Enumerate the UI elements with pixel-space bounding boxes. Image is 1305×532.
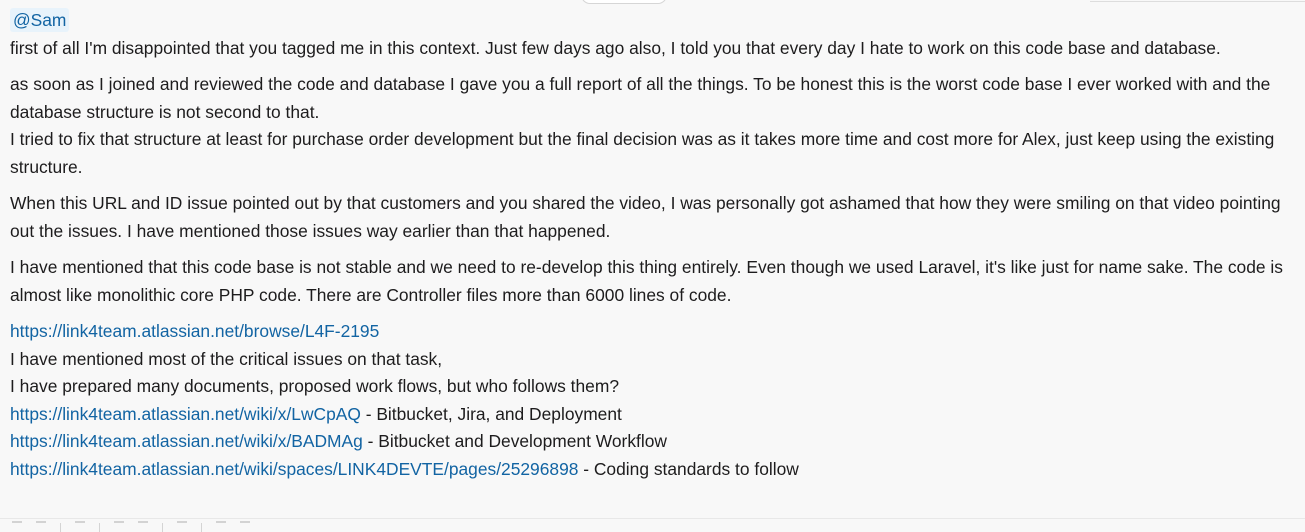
doc-link-workflow[interactable]: https://link4team.atlassian.net/wiki/x/B… — [10, 431, 363, 451]
toolbar-divider — [162, 523, 163, 532]
code-icon[interactable] — [240, 521, 250, 532]
task-link[interactable]: https://link4team.atlassian.net/browse/L… — [10, 321, 379, 341]
doc-link-desc: - Coding standards to follow — [578, 458, 799, 479]
doc-link-coding-standards[interactable]: https://link4team.atlassian.net/wiki/spa… — [10, 459, 578, 479]
link-icon[interactable] — [114, 521, 124, 532]
top-right-divider — [1090, 0, 1305, 2]
bulleted-list-icon[interactable] — [177, 521, 187, 532]
message-body: @Sam first of all I'm disappointed that … — [10, 7, 1302, 483]
toolbar-divider — [201, 523, 202, 532]
documents-line: I have prepared many documents, proposed… — [10, 376, 619, 396]
paragraph-code-stability: I have mentioned that this code base is … — [10, 257, 1283, 305]
mention-sam[interactable]: @Sam — [10, 8, 70, 32]
doc-link-deployment[interactable]: https://link4team.atlassian.net/wiki/x/L… — [10, 404, 361, 424]
bold-icon[interactable] — [12, 521, 22, 532]
doc-link-desc: - Bitbucket, Jira, and Deployment — [360, 403, 622, 424]
toolbar-divider — [60, 523, 61, 532]
doc-link-desc: - Bitbucket and Development Workflow — [362, 431, 667, 451]
top-tab-handle — [581, 0, 667, 4]
blockquote-icon[interactable] — [216, 521, 226, 532]
issues-line: I have mentioned most of the critical is… — [10, 348, 443, 369]
toolbar-divider — [99, 523, 100, 532]
link-list: https://link4team.atlassian.net/browse/L… — [10, 318, 1302, 483]
paragraph-url-issue: When this URL and ID issue pointed out b… — [10, 193, 1281, 241]
paragraph-disappointed: first of all I'm disappointed that you t… — [10, 37, 1221, 58]
italic-icon[interactable] — [36, 521, 46, 532]
paragraph-report: as soon as I joined and reviewed the cod… — [10, 74, 1271, 122]
ordered-list-icon[interactable] — [138, 521, 148, 532]
doc-link-row: https://link4team.atlassian.net/wiki/spa… — [10, 456, 1302, 484]
strikethrough-icon[interactable] — [75, 521, 85, 532]
doc-link-row: https://link4team.atlassian.net/wiki/x/B… — [10, 428, 1302, 456]
composer-toolbar — [0, 518, 1305, 532]
paragraph-structure-fix: I tried to fix that structure at least f… — [10, 129, 1275, 177]
doc-link-row: https://link4team.atlassian.net/wiki/x/L… — [10, 401, 1302, 429]
